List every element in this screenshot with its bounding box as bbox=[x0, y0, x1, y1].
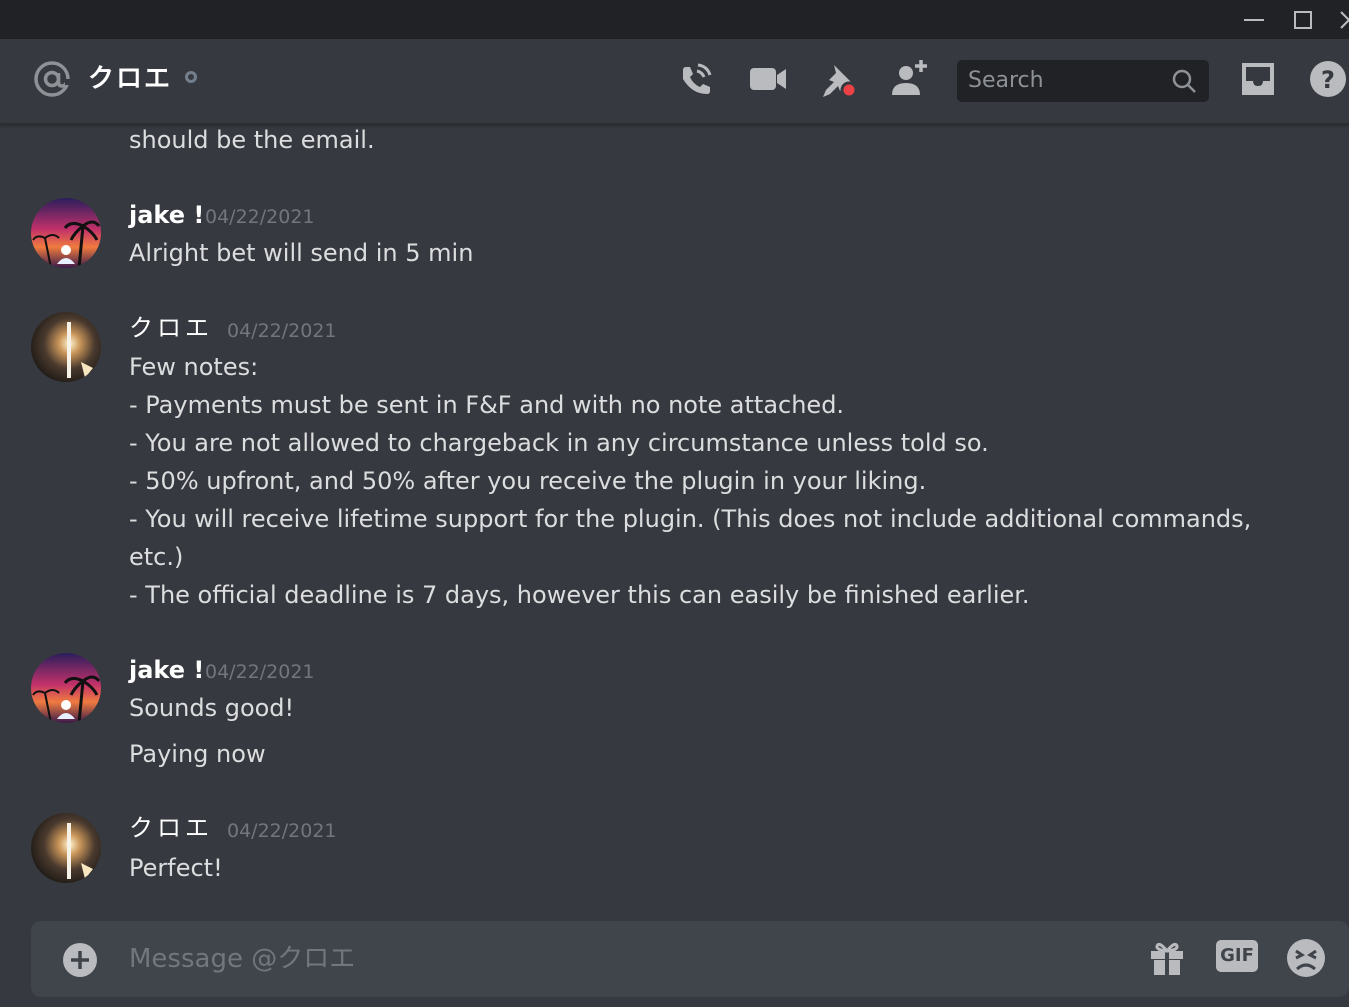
channel-title: クロエ bbox=[88, 64, 173, 94]
close-icon[interactable] bbox=[1335, 6, 1349, 34]
help-icon[interactable]: ? bbox=[1306, 57, 1349, 101]
message-input[interactable]: Message @クロエ bbox=[129, 940, 355, 978]
search-placeholder: Search bbox=[968, 68, 1044, 93]
message-timestamp: 04/22/2021 bbox=[227, 320, 337, 342]
pin-icon[interactable] bbox=[816, 57, 860, 101]
message-list[interactable]: should be the email. jake ! 04/22/2021 A… bbox=[0, 125, 1349, 915]
search-icon bbox=[1170, 67, 1198, 95]
message-composer[interactable]: Message @クロエ GIF bbox=[31, 921, 1349, 997]
message-timestamp: 04/22/2021 bbox=[205, 661, 315, 683]
message-content: - You are not allowed to chargeback in a… bbox=[129, 429, 989, 457]
avatar-jake[interactable] bbox=[31, 198, 101, 268]
message-content: - The official deadline is 7 days, howev… bbox=[129, 581, 1030, 609]
message-content: Alright bet will send in 5 min bbox=[129, 239, 474, 267]
message-content: Few notes: bbox=[129, 353, 259, 381]
video-icon[interactable] bbox=[746, 57, 790, 101]
channel-header: クロエ Search ? bbox=[0, 39, 1349, 125]
svg-text:?: ? bbox=[1321, 66, 1335, 94]
window-titlebar bbox=[0, 0, 1349, 39]
avatar-chloe[interactable] bbox=[31, 813, 101, 883]
message-author[interactable]: jake ! bbox=[129, 199, 204, 231]
message-content: Sounds good! bbox=[129, 694, 295, 722]
message-author[interactable]: クロエ bbox=[129, 312, 213, 344]
at-icon bbox=[32, 59, 72, 99]
gif-button[interactable]: GIF bbox=[1216, 940, 1258, 972]
avatar-jake[interactable] bbox=[31, 653, 101, 723]
call-icon[interactable] bbox=[674, 57, 718, 101]
add-friend-icon[interactable] bbox=[886, 57, 930, 101]
status-indicator bbox=[185, 71, 197, 83]
message-author[interactable]: jake ! bbox=[129, 654, 204, 686]
message-content: - You will receive lifetime support for … bbox=[129, 505, 1252, 533]
message-content: - Payments must be sent in F&F and with … bbox=[129, 391, 845, 419]
avatar-chloe[interactable] bbox=[31, 312, 101, 382]
message-content: - 50% upfront, and 50% after you receive… bbox=[129, 467, 927, 495]
search-input[interactable]: Search bbox=[957, 60, 1209, 102]
message-timestamp: 04/22/2021 bbox=[205, 206, 315, 228]
gift-icon[interactable] bbox=[1147, 937, 1187, 977]
message-content: should be the email. bbox=[129, 126, 375, 154]
plus-icon[interactable] bbox=[61, 941, 99, 979]
inbox-icon[interactable] bbox=[1236, 57, 1280, 101]
message-content: Paying now bbox=[129, 740, 266, 768]
minimize-icon[interactable] bbox=[1240, 6, 1268, 34]
emoji-icon[interactable] bbox=[1285, 937, 1327, 979]
message-author[interactable]: クロエ bbox=[129, 812, 213, 844]
message-content: etc.) bbox=[129, 543, 184, 571]
message-timestamp: 04/22/2021 bbox=[227, 820, 337, 842]
message-content: Perfect! bbox=[129, 854, 223, 882]
maximize-icon[interactable] bbox=[1289, 6, 1317, 34]
